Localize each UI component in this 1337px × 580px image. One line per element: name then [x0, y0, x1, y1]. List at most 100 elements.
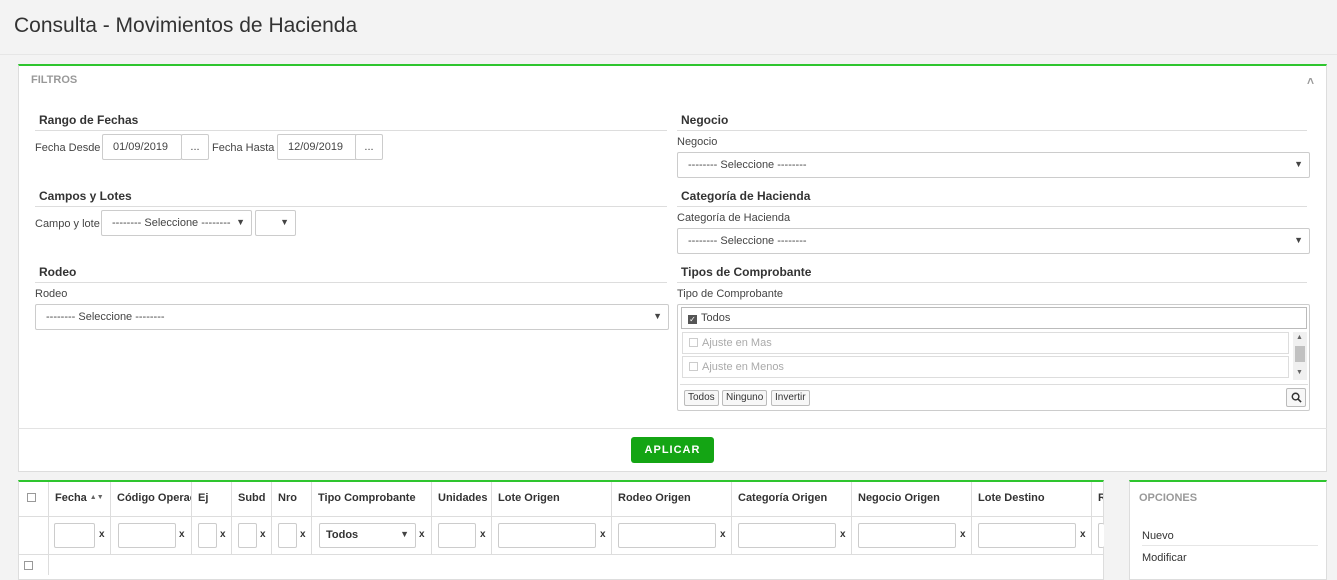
caret-down-icon: ▼ [1294, 159, 1303, 169]
clear-filter-fecha[interactable]: x [99, 529, 105, 540]
option-nuevo[interactable]: Nuevo [1142, 530, 1174, 542]
grid-filter-cell: x [272, 517, 312, 555]
grid-header-truncated[interactable]: R [1092, 482, 1103, 517]
search-button[interactable] [1286, 388, 1306, 407]
title-divider [0, 54, 1337, 55]
filter-codigo-input[interactable] [118, 523, 176, 548]
filter-subd-input[interactable] [238, 523, 257, 548]
grid-header-negocio-origen[interactable]: Negocio Origen [852, 482, 972, 517]
grid-header-tipo-comprobante[interactable]: Tipo Comprobante [312, 482, 432, 517]
multiselect-item-todos[interactable]: ✓ Todos [681, 307, 1307, 329]
campo-select-value: -------- Seleccione -------- [112, 217, 231, 229]
clear-filter-subd[interactable]: x [260, 529, 266, 540]
filter-tipo-value: Todos [326, 529, 359, 541]
grid-header-unidades[interactable]: Unidades [432, 482, 492, 517]
clear-filter-codigo[interactable]: x [179, 529, 185, 540]
invert-selection-button[interactable]: Invertir [771, 390, 810, 406]
categoria-select-value: -------- Seleccione -------- [688, 235, 807, 247]
grid-header-lote-origen[interactable]: Lote Origen [492, 482, 612, 517]
grid-filter-cell: x [732, 517, 852, 555]
checkbox-icon[interactable] [689, 338, 698, 347]
campo-select[interactable]: -------- Seleccione -------- ▼ [101, 210, 252, 236]
checkbox-icon[interactable] [27, 493, 36, 502]
checkbox-checked-icon[interactable]: ✓ [688, 315, 697, 324]
grid-filter-cell: x [49, 517, 111, 555]
grid-header-ej[interactable]: Ej [192, 482, 232, 517]
caret-down-icon: ▼ [236, 217, 245, 227]
fecha-hasta-picker-button[interactable]: ... [355, 134, 383, 160]
grid-panel: Fecha▲▼ Código Operación Ej Subd Nro Tip… [18, 480, 1104, 580]
filter-truncated-input[interactable] [1098, 523, 1104, 548]
section-rodeo: Rodeo [35, 265, 667, 283]
filter-fecha-input[interactable] [54, 523, 95, 548]
checkbox-icon[interactable] [24, 561, 33, 570]
grid-header-lote-destino[interactable]: Lote Destino [972, 482, 1092, 517]
grid-filter-cell: x [432, 517, 492, 555]
column-label: Fecha [55, 492, 87, 504]
negocio-select[interactable]: -------- Seleccione -------- ▼ [677, 152, 1310, 178]
fecha-desde-label: Fecha Desde [35, 142, 101, 154]
grid-header-rodeo-origen[interactable]: Rodeo Origen [612, 482, 732, 517]
filter-categoria-origen-input[interactable] [738, 523, 836, 548]
caret-down-icon: ▼ [1294, 235, 1303, 245]
categoria-select[interactable]: -------- Seleccione -------- ▼ [677, 228, 1310, 254]
clear-filter-unidades[interactable]: x [480, 529, 486, 540]
fecha-desde-picker-button[interactable]: ... [181, 134, 209, 160]
scrollbar-thumb[interactable] [1295, 346, 1305, 362]
options-divider [1142, 545, 1318, 546]
multiselect-scrollbar[interactable]: ▲ ▼ [1293, 332, 1307, 380]
filter-lote-origen-input[interactable] [498, 523, 596, 548]
negocio-label: Negocio [677, 136, 718, 148]
caret-down-icon: ▼ [280, 217, 289, 227]
grid-filter-cell [1092, 517, 1104, 555]
clear-filter-rodeo-origen[interactable]: x [720, 529, 726, 540]
campo-lote-label: Campo y lote [35, 218, 100, 230]
multiselect-toolbar: Todos Ninguno Invertir [680, 384, 1308, 409]
filters-header[interactable]: FILTROS ˄ [19, 66, 1326, 96]
filter-unidades-input[interactable] [438, 523, 476, 548]
lote-select[interactable]: ▼ [255, 210, 296, 236]
rodeo-select[interactable]: -------- Seleccione -------- ▼ [35, 304, 669, 330]
grid-header-select-all [19, 482, 49, 517]
clear-filter-lote-origen[interactable]: x [600, 529, 606, 540]
filter-ej-input[interactable] [198, 523, 217, 548]
grid-header-nro[interactable]: Nro [272, 482, 312, 517]
clear-filter-tipo[interactable]: x [419, 529, 425, 540]
select-all-button[interactable]: Todos [684, 390, 719, 406]
section-negocio: Negocio [677, 113, 1307, 131]
chevron-up-icon[interactable]: ˄ [1307, 74, 1314, 88]
scroll-down-icon[interactable]: ▼ [1296, 369, 1303, 376]
grid-header-fecha[interactable]: Fecha ▲▼ [49, 482, 111, 517]
filter-lote-destino-input[interactable] [978, 523, 1076, 548]
section-tipos-comprobante: Tipos de Comprobante [677, 265, 1307, 283]
fecha-hasta-input[interactable]: 12/09/2019 [277, 134, 357, 160]
filter-tipo-select[interactable]: Todos ▼ [319, 523, 416, 548]
filter-negocio-origen-input[interactable] [858, 523, 956, 548]
filter-rodeo-origen-input[interactable] [618, 523, 716, 548]
select-none-button[interactable]: Ninguno [722, 390, 768, 406]
multiselect-item[interactable]: Ajuste en Menos [682, 356, 1289, 378]
clear-filter-nro[interactable]: x [300, 529, 306, 540]
filter-nro-input[interactable] [278, 523, 297, 548]
grid-filter-cell: Todos ▼ x [312, 517, 432, 555]
section-categoria: Categoría de Hacienda [677, 189, 1307, 207]
tipo-comprobante-multiselect: ✓ Todos Ajuste en Mas Ajuste en Menos ▲ ▼… [677, 304, 1310, 411]
rodeo-label: Rodeo [35, 288, 68, 300]
option-modificar[interactable]: Modificar [1142, 552, 1187, 564]
apply-button[interactable]: APLICAR [631, 437, 714, 463]
scroll-up-icon[interactable]: ▲ [1296, 334, 1303, 341]
sort-icon[interactable]: ▲▼ [90, 494, 104, 501]
clear-filter-categoria-origen[interactable]: x [840, 529, 846, 540]
multiselect-item[interactable]: Ajuste en Mas [682, 332, 1289, 354]
categoria-label: Categoría de Hacienda [677, 212, 791, 224]
fecha-desde-input[interactable]: 01/09/2019 [102, 134, 182, 160]
grid-header-subd[interactable]: Subd [232, 482, 272, 517]
checkbox-icon[interactable] [689, 362, 698, 371]
clear-filter-negocio-origen[interactable]: x [960, 529, 966, 540]
clear-filter-lote-destino[interactable]: x [1080, 529, 1086, 540]
clear-filter-ej[interactable]: x [220, 529, 226, 540]
grid-header-categoria-origen[interactable]: Categoría Origen [732, 482, 852, 517]
grid-header-codigo-operacion[interactable]: Código Operación [111, 482, 192, 517]
fecha-hasta-label: Fecha Hasta [212, 142, 275, 154]
multiselect-item-label: Todos [701, 312, 731, 324]
